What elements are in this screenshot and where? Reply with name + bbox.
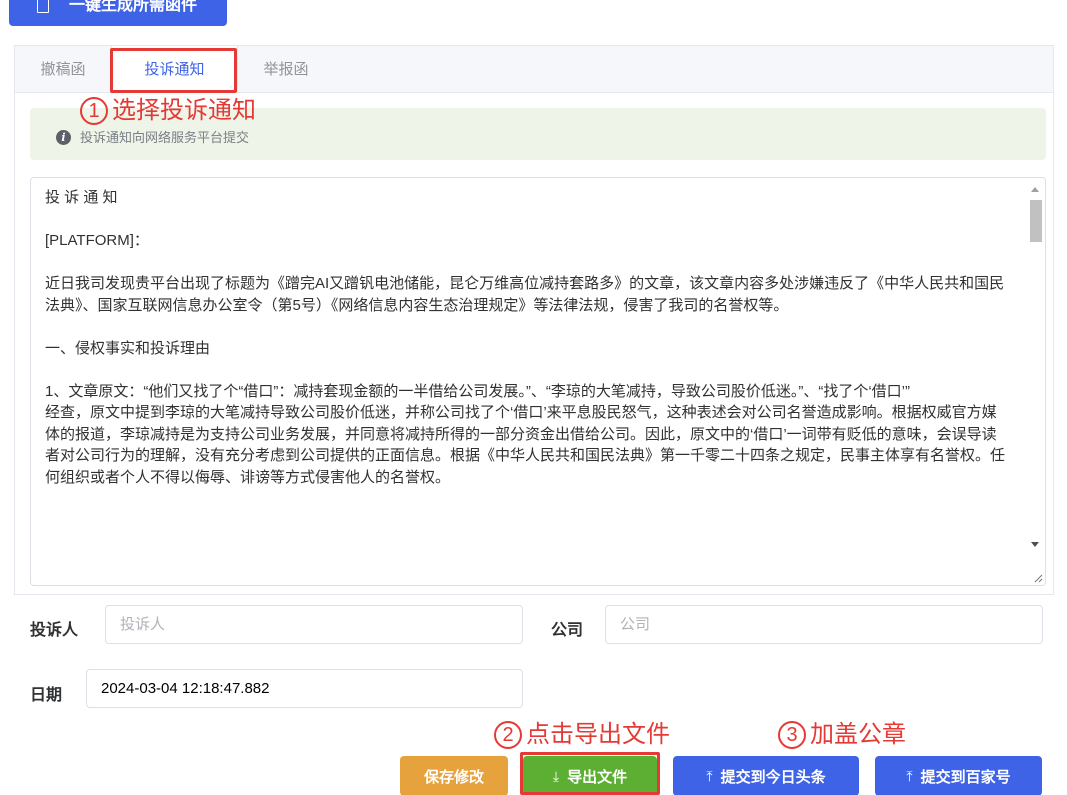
notice-paragraph: 近日我司发现贵平台出现了标题为《蹭完AI又蹭钒电池储能，昆仑万维高位减持套路多》… <box>45 275 1005 314</box>
step-1-text: 选择投诉通知 <box>112 97 256 124</box>
notice-textarea[interactable]: 投 诉 通 知 [PLATFORM]： 近日我司发现贵平台出现了标题为《蹭完AI… <box>30 177 1046 586</box>
step-3-text: 加盖公章 <box>810 721 906 748</box>
step-1-number: 1 <box>80 97 108 125</box>
step-2-text: 点击导出文件 <box>526 721 670 748</box>
tab-report-letter[interactable]: 举报函 <box>238 46 334 92</box>
resize-handle-icon[interactable] <box>1033 573 1043 583</box>
tab-retraction-letter[interactable]: 撤稿函 <box>15 46 111 92</box>
notice-paragraph: 经查，原文中提到李琼的大笔减持导致公司股价低迷，并称公司找了个‘借口’来平息股民… <box>45 404 1006 486</box>
annotation-step-3: 3 加盖公章 <box>778 721 906 749</box>
upload-icon: ⤒ <box>706 767 713 784</box>
notice-section-heading: 一、侵权事实和投诉理由 <box>45 339 211 357</box>
complainant-input[interactable] <box>105 605 523 644</box>
notice-title: 投 诉 通 知 <box>45 189 118 206</box>
notice-content[interactable]: 投 诉 通 知 [PLATFORM]： 近日我司发现贵平台出现了标题为《蹭完AI… <box>31 178 1025 585</box>
company-input[interactable] <box>605 605 1043 644</box>
annotation-step-2: 2 点击导出文件 <box>494 721 670 749</box>
scrollbar-thumb[interactable] <box>1030 200 1042 242</box>
company-label: 公司 <box>551 622 584 639</box>
submit-toutiao-button[interactable]: ⤒ 提交到今日头条 <box>673 756 859 795</box>
export-highlight-box <box>520 752 660 795</box>
textarea-scrollbar[interactable] <box>1027 178 1045 585</box>
submit-toutiao-label: 提交到今日头条 <box>720 768 826 786</box>
tip-text: 投诉通知向网络服务平台提交 <box>80 130 250 145</box>
annotation-step-1: 1 选择投诉通知 <box>80 97 256 125</box>
notice-salutation: [PLATFORM]： <box>45 232 149 249</box>
info-icon: i <box>56 130 71 145</box>
generate-letters-button[interactable]: 一键生成所需函件 <box>9 0 227 26</box>
date-input[interactable] <box>86 669 523 708</box>
complainant-label: 投诉人 <box>30 622 79 639</box>
step-3-number: 3 <box>778 721 806 749</box>
tab-highlight-box <box>110 48 237 93</box>
scroll-up-arrow-icon[interactable] <box>1031 187 1039 192</box>
scroll-down-arrow-icon[interactable] <box>1031 542 1039 547</box>
step-2-number: 2 <box>494 721 522 749</box>
save-changes-label: 保存修改 <box>423 768 484 786</box>
document-icon <box>37 0 49 13</box>
upload-icon: ⤒ <box>906 767 913 784</box>
generate-letters-label: 一键生成所需函件 <box>69 0 198 14</box>
save-changes-button[interactable]: 保存修改 <box>400 756 508 795</box>
date-label: 日期 <box>30 687 63 704</box>
submit-baijiahao-button[interactable]: ⤒ 提交到百家号 <box>875 756 1042 795</box>
submit-baijiahao-label: 提交到百家号 <box>920 768 1011 786</box>
notice-paragraph: 1、文章原文：“他们又找了个“借口”：减持套现金额的一半借给公司发展。”、“李琼… <box>45 382 910 400</box>
